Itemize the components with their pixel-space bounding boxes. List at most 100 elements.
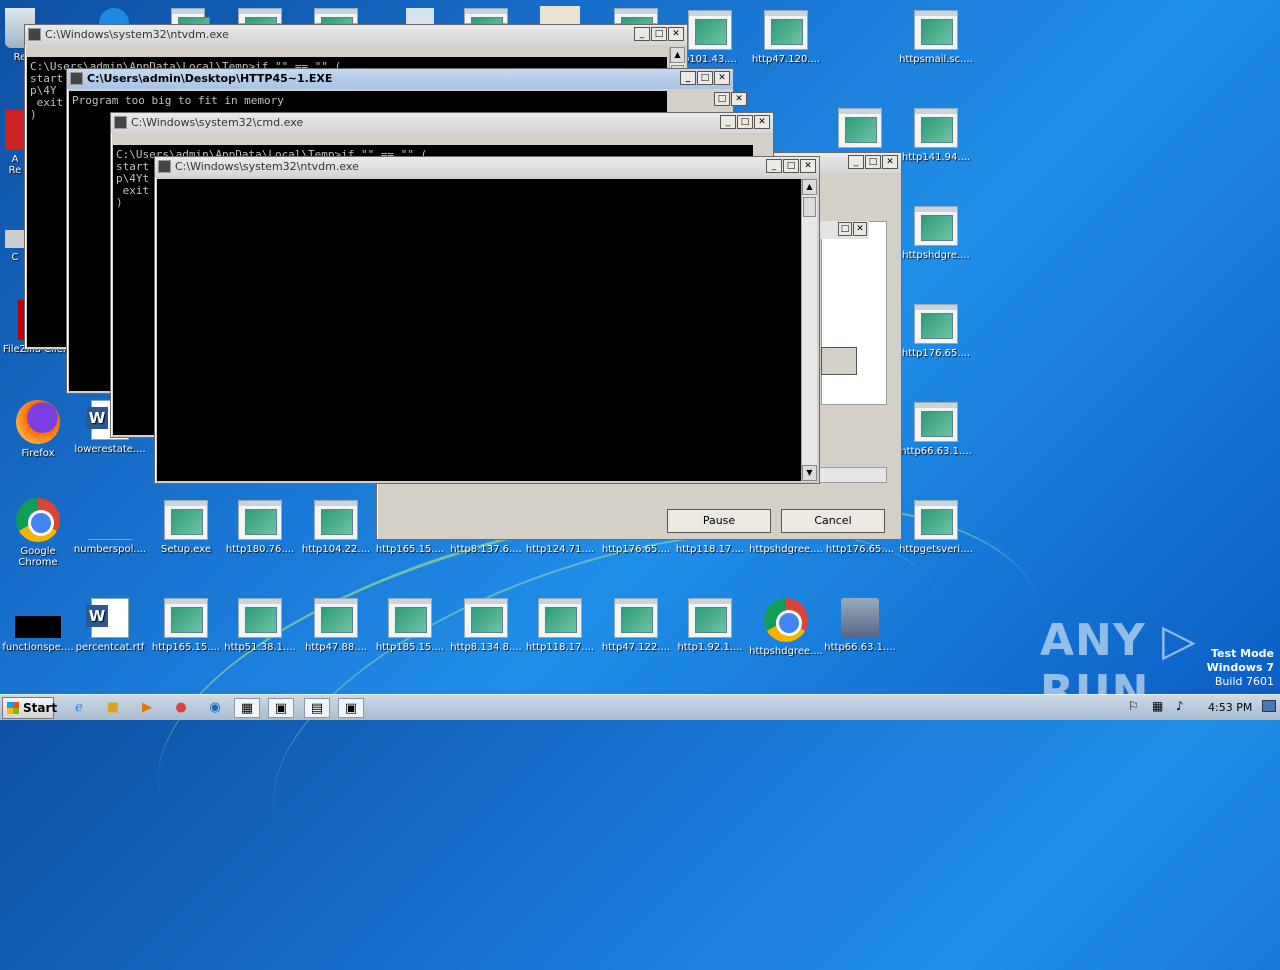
executable-icon	[388, 598, 432, 638]
desktop-icon-http104[interactable]: http104.22....	[298, 500, 374, 555]
ntvdm-titlebar[interactable]: C:\Windows\system32\ntvdm.exe _ □ ✕	[155, 157, 819, 177]
console-task-icon[interactable]: ▦	[234, 698, 260, 718]
desktop-icon-http185[interactable]: http185.15....	[372, 598, 448, 653]
cmd-task-icon[interactable]: ▤	[304, 698, 330, 718]
scroll-thumb[interactable]	[803, 197, 816, 217]
close-button[interactable]: ✕	[754, 115, 770, 129]
desktop-icon-http165b[interactable]: http165.15....	[148, 598, 224, 653]
test-mode-notice: Test Mode Windows 7 Build 7601	[1207, 647, 1274, 689]
ie-icon[interactable]: ℯ	[66, 698, 92, 718]
volume-icon[interactable]: ♪	[1176, 699, 1184, 713]
scroll-up-arrow-icon[interactable]: ▲	[670, 47, 685, 63]
console-task-icon[interactable]: ▣	[338, 698, 364, 718]
desktop-icon-label: http165.15....	[151, 642, 221, 653]
close-button[interactable]: ✕	[668, 27, 684, 41]
desktop-icon-http66[interactable]: http66.63.1....	[898, 402, 974, 457]
close-button[interactable]: ✕	[714, 71, 730, 85]
executable-icon	[838, 108, 882, 148]
desktop-icon-percentcat[interactable]: percentcat.rtf	[72, 598, 148, 653]
executable-icon	[614, 8, 658, 43]
maximize-button[interactable]: □	[714, 92, 730, 106]
desktop-icon-setup[interactable]: Setup.exe	[148, 500, 224, 555]
desktop-icon-partial[interactable]	[822, 108, 898, 152]
desktop-icon-http51[interactable]: http51.38.1....	[222, 598, 298, 653]
http45-titlebar[interactable]: C:\Users\admin\Desktop\HTTP45~1.EXE _ □ …	[67, 69, 733, 89]
desktop-icon-http141[interactable]: http141.94....	[898, 108, 974, 163]
desktop-icon-http47-88[interactable]: http47.88....	[298, 598, 374, 653]
desktop-icon-label: http66.63.1....	[900, 446, 972, 457]
desktop-icon-label: httpshdgree....	[749, 646, 823, 657]
window-title: C:\Users\admin\Desktop\HTTP45~1.EXE	[87, 72, 333, 85]
network-icon[interactable]: ▦	[1152, 699, 1163, 713]
start-button[interactable]: Start	[2, 697, 57, 719]
scroll-down-arrow-icon[interactable]: ▼	[802, 465, 817, 481]
chrome-taskbar-icon[interactable]: ●	[168, 698, 194, 718]
desktop-icon-http47-122[interactable]: http47.122....	[598, 598, 674, 653]
vertical-scrollbar[interactable]: ▲ ▼	[801, 179, 817, 481]
minimize-button[interactable]: _	[848, 155, 864, 169]
desktop-icon-firefox[interactable]: Firefox	[0, 400, 76, 459]
console-icon	[70, 72, 83, 85]
window-title: C:\Windows\system32\ntvdm.exe	[175, 160, 359, 173]
flag-icon[interactable]: ⚐	[1128, 699, 1139, 713]
ntvdm-titlebar[interactable]: C:\Windows\system32\ntvdm.exe _ □ ✕	[25, 25, 687, 45]
minimize-button[interactable]: _	[720, 115, 736, 129]
maximize-button[interactable]: □	[838, 222, 852, 236]
executable-icon	[464, 8, 508, 43]
clock[interactable]: 4:53 PM	[1208, 701, 1252, 714]
media-player-icon[interactable]: ▶	[134, 698, 160, 718]
close-button[interactable]: ✕	[800, 159, 816, 173]
desktop-icon-httpshdgree-chrome[interactable]: httpshdgree....	[748, 598, 824, 657]
desktop-icon-httpsmail[interactable]: httpsmail.sc....	[898, 10, 974, 65]
cmd-icon	[114, 116, 127, 129]
minimize-button[interactable]: _	[680, 71, 696, 85]
close-button[interactable]: ✕	[731, 92, 747, 106]
desktop-icon-httpshdgre[interactable]: httpshdgre....	[898, 206, 974, 261]
desktop-icon-label: percentcat.rtf	[75, 642, 145, 653]
desktop-icon-http180[interactable]: http180.76....	[222, 500, 298, 555]
desktop-icon-http176[interactable]: http176.65....	[898, 304, 974, 359]
explorer-folder-icon[interactable]: ■	[100, 698, 126, 718]
inner-field[interactable]	[821, 347, 857, 375]
executable-icon	[764, 10, 808, 50]
cmd-titlebar[interactable]: C:\Windows\system32\cmd.exe _ □ ✕	[111, 113, 773, 133]
maximize-button[interactable]: □	[651, 27, 667, 41]
desktop-icon-http47-120[interactable]: http47.120....	[748, 10, 824, 65]
maximize-button[interactable]: □	[865, 155, 881, 169]
close-button[interactable]: ✕	[882, 155, 898, 169]
desktop-icon-http1-92[interactable]: http1.92.1....	[672, 598, 748, 653]
desktop-icon-http118b[interactable]: http118.17....	[522, 598, 598, 653]
desktop-icon-functionspe[interactable]: functionspe....	[0, 598, 76, 653]
close-button[interactable]: ✕	[853, 222, 867, 236]
minimize-button[interactable]: _	[634, 27, 650, 41]
desktop-icon-label: http165.15....	[375, 544, 445, 555]
desktop-icon-http8-134[interactable]: http8.134.8....	[448, 598, 524, 653]
desktop-icon-label: functionspe....	[2, 642, 74, 653]
maximize-button[interactable]: □	[697, 71, 713, 85]
executable-icon	[688, 10, 732, 50]
desktop-icon-label: http47.122....	[601, 642, 671, 653]
maximize-button[interactable]: □	[737, 115, 753, 129]
console-task-icon[interactable]: ▣	[268, 698, 294, 718]
desktop-icon-httpgetsveri[interactable]: httpgetsveri....	[898, 500, 974, 555]
window-controls: _ □ ✕	[720, 115, 770, 129]
desktop-icon-label: http51.38.1....	[224, 642, 296, 653]
desktop-icon-label: Google Chrome	[18, 546, 58, 568]
desktop-icon-numberspol[interactable]: numberspol....	[72, 500, 148, 555]
desktop-icon-http66b[interactable]: http66.63.1....	[822, 598, 898, 653]
shortcut-icon	[5, 230, 25, 248]
window-controls: □ ✕	[714, 92, 1277, 106]
edge-taskbar-icon[interactable]: ◉	[202, 698, 228, 718]
desktop-icon-label: httpshdgree....	[749, 544, 823, 555]
cancel-button[interactable]: Cancel	[781, 509, 885, 533]
window-controls: □ ✕	[838, 222, 867, 236]
executable-icon	[238, 500, 282, 540]
desktop-icon-label: Setup.exe	[160, 544, 212, 555]
show-desktop-icon[interactable]	[1262, 700, 1276, 712]
scroll-up-arrow-icon[interactable]: ▲	[802, 179, 817, 195]
desktop-icon-chrome[interactable]: Google Chrome	[0, 498, 76, 568]
pause-button[interactable]: Pause	[667, 509, 771, 533]
minimize-button[interactable]: _	[766, 159, 782, 173]
console-icon	[28, 28, 41, 41]
maximize-button[interactable]: □	[783, 159, 799, 173]
